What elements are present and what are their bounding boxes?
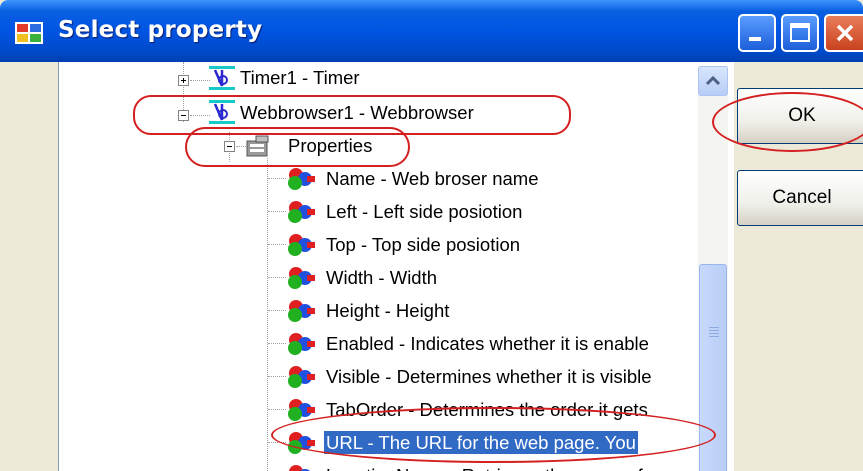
scroll-up-button[interactable] — [698, 66, 728, 96]
tree-node-properties-label: Properties — [288, 135, 373, 156]
properties-folder-icon — [246, 135, 269, 157]
property-item-label: TabOrder - Determines the order it gets — [326, 399, 648, 420]
close-icon — [836, 24, 854, 42]
scroll-thumb[interactable] — [699, 264, 727, 471]
property-item[interactable]: Visible - Determines whether it is visib… — [324, 366, 654, 388]
property-icon — [288, 366, 315, 388]
property-item-label: LocationName - Retrieves the name of — [324, 464, 645, 471]
property-icon — [288, 333, 315, 355]
tree-node-webbrowser1[interactable]: Webbrowser1 - Webbrowser — [238, 102, 476, 124]
property-item-label: Height - Height — [326, 300, 450, 321]
window-title: Select property — [58, 17, 263, 43]
timer-component-icon — [209, 66, 235, 90]
property-tree[interactable]: Timer1 - Timer Webbrowser1 - Webbrowser … — [58, 62, 735, 471]
property-icon — [288, 399, 315, 421]
collapse-webbrowser1-icon[interactable] — [178, 110, 189, 121]
maximize-button[interactable] — [781, 14, 819, 52]
tree-node-timer1[interactable]: Timer1 - Timer — [238, 67, 362, 89]
property-icon — [288, 234, 315, 256]
property-item-label: URL - The URL for the web page. You — [324, 431, 638, 454]
minimize-button[interactable] — [738, 14, 776, 52]
property-icon — [288, 300, 315, 322]
maximize-icon — [790, 23, 810, 42]
cancel-button[interactable]: Cancel — [737, 170, 863, 226]
property-icon — [288, 201, 315, 223]
property-item[interactable]: Name - Web broser name — [324, 168, 541, 190]
property-item[interactable]: Top - Top side posiotion — [324, 234, 522, 256]
property-item-label: Name - Web broser name — [326, 168, 539, 189]
tree-node-timer1-label: Timer1 - Timer — [240, 67, 360, 88]
minimize-icon — [749, 37, 761, 41]
webbrowser-component-icon — [209, 100, 235, 124]
ok-button[interactable]: OK — [737, 88, 863, 144]
property-item-label: Width - Width — [326, 267, 438, 288]
close-button[interactable] — [824, 14, 863, 52]
property-item-label: Left - Left side posiotion — [326, 201, 523, 222]
property-item[interactable]: URL - The URL for the web page. You — [324, 431, 638, 454]
property-item[interactable]: Enabled - Indicates whether it is enable — [324, 333, 651, 355]
app-icon — [15, 22, 43, 44]
property-item[interactable]: Height - Height — [324, 300, 451, 322]
tree-vertical-scrollbar[interactable] — [698, 66, 728, 471]
property-icon — [288, 168, 315, 190]
property-icon — [288, 432, 315, 454]
collapse-properties-icon[interactable] — [224, 141, 235, 152]
property-item[interactable]: Width - Width — [324, 267, 439, 289]
property-item[interactable]: LocationName - Retrieves the name of — [324, 465, 645, 471]
tree-node-webbrowser1-label: Webbrowser1 - Webbrowser — [240, 102, 474, 123]
property-icon — [288, 267, 315, 289]
property-item[interactable]: Left - Left side posiotion — [324, 201, 524, 223]
chevron-up-icon — [705, 75, 721, 86]
tree-node-properties[interactable]: Properties — [286, 135, 374, 157]
expand-timer1-icon[interactable] — [178, 75, 189, 86]
property-icon — [289, 465, 310, 471]
property-item-label: Visible - Determines whether it is visib… — [326, 366, 652, 387]
button-panel: OK Cancel — [734, 62, 863, 471]
title-bar[interactable]: Select property — [0, 0, 863, 62]
property-item-label: Enabled - Indicates whether it is enable — [326, 333, 649, 354]
property-item-label: Top - Top side posiotion — [326, 234, 521, 255]
property-item[interactable]: TabOrder - Determines the order it gets — [324, 399, 650, 421]
